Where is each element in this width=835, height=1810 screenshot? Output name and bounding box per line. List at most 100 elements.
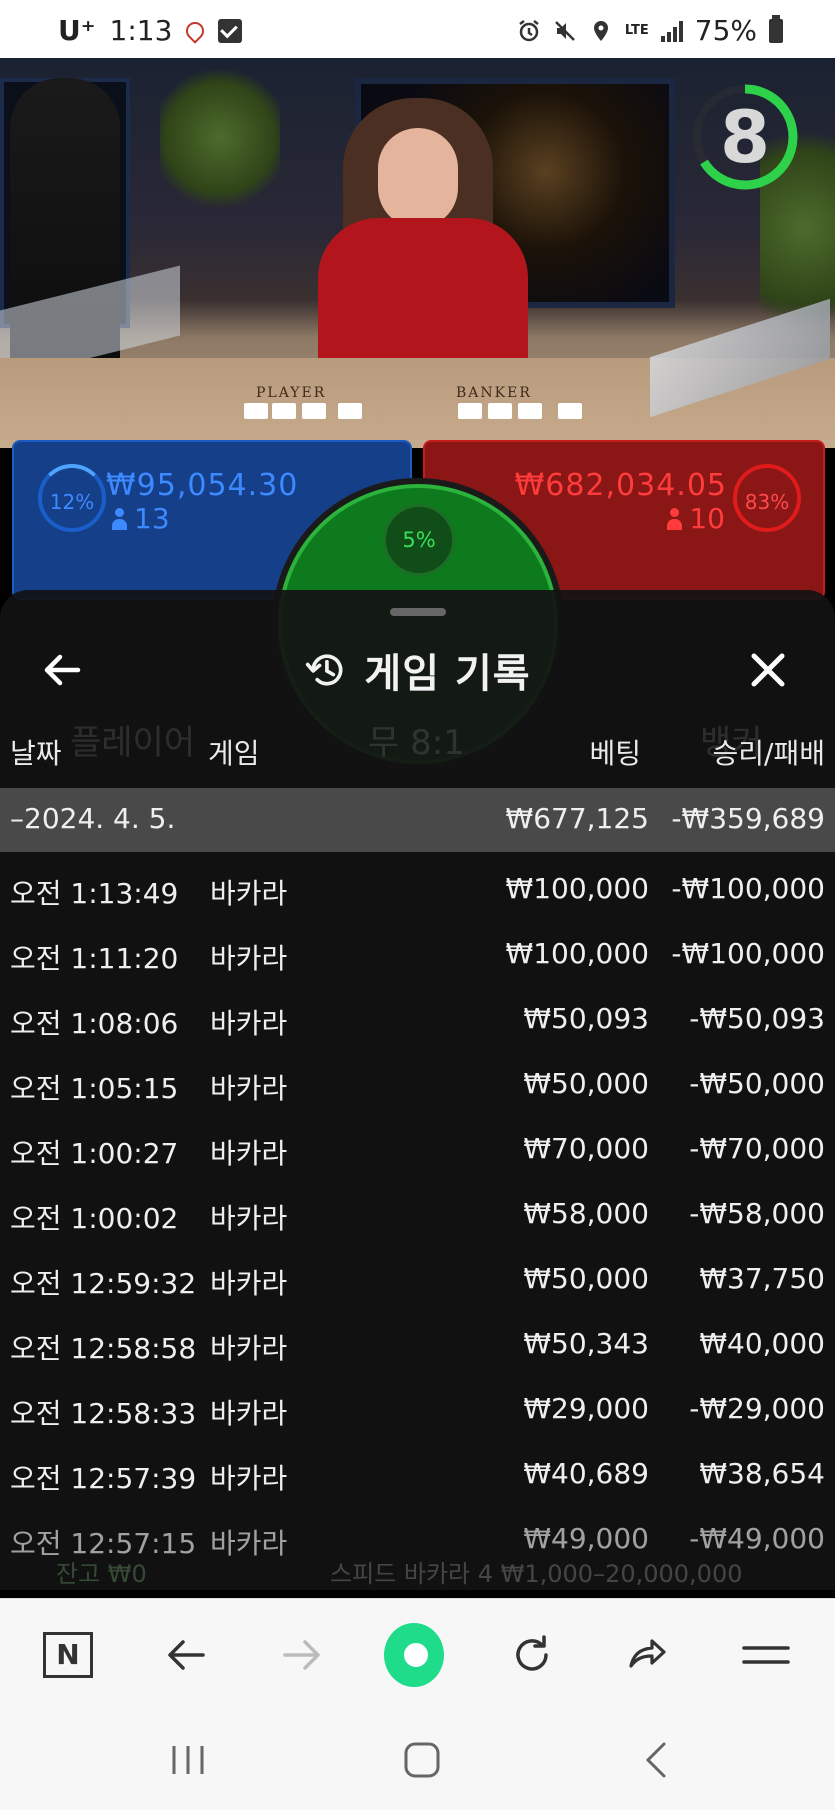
history-row[interactable]: 오전 1:08:06 바카라 ₩50,093 -₩50,093 <box>0 988 835 1053</box>
app-root: U⁺ 1:13 LTE 75% PLAYER BANKER 8 12% ₩95,… <box>0 0 835 1810</box>
playing-card <box>302 403 326 419</box>
row-time: 오전 1:00:27 <box>10 1137 179 1170</box>
row-bet: ₩58,000 <box>523 1197 649 1230</box>
row-bet: ₩29,000 <box>523 1392 649 1425</box>
bg-table-info: 스피드 바카라 4 ₩1,000–20,000,000 <box>330 1560 743 1588</box>
playing-card <box>488 403 512 419</box>
sheet-drag-handle[interactable] <box>390 608 446 616</box>
banker-percent: 83% <box>733 464 801 532</box>
sheet-header: 게임 기록 <box>0 620 835 720</box>
history-icon <box>306 654 343 686</box>
banker-bettor-count: 10 <box>667 502 725 535</box>
row-result: ₩40,000 <box>699 1327 825 1360</box>
row-game: 바카라 <box>210 1072 288 1105</box>
sheet-title: 게임 기록 <box>364 651 531 697</box>
share-button[interactable] <box>618 1625 678 1685</box>
player-percent: 12% <box>38 464 106 532</box>
row-result: -₩50,000 <box>689 1067 825 1100</box>
refresh-button[interactable] <box>502 1625 562 1685</box>
notification-app-icon <box>182 17 209 44</box>
status-time: 1:13 <box>109 14 173 47</box>
row-bet: ₩50,000 <box>523 1262 649 1295</box>
row-game: 바카라 <box>210 1267 288 1300</box>
status-bar: U⁺ 1:13 LTE 75% <box>0 0 835 58</box>
home-icon <box>404 1742 440 1778</box>
menu-button[interactable] <box>736 1625 796 1685</box>
playing-card <box>558 403 582 419</box>
history-list: –2024. 4. 5. ₩677,125 -₩359,689 오전 1:13:… <box>0 788 835 1573</box>
row-bet: ₩50,000 <box>523 1067 649 1100</box>
naver-green-dot-button[interactable] <box>384 1623 444 1687</box>
person-icon <box>112 508 127 530</box>
banker-total-amount: ₩682,034.05 <box>514 468 727 503</box>
row-game: 바카라 <box>210 1462 288 1495</box>
row-result: -₩100,000 <box>671 937 825 970</box>
green-dot-icon <box>384 1623 444 1687</box>
column-header-game: 게임 <box>208 737 260 770</box>
refresh-icon <box>516 1635 548 1671</box>
battery-icon <box>769 14 783 43</box>
signal-icon <box>660 20 683 42</box>
back-button[interactable] <box>38 646 86 694</box>
row-time: 오전 12:58:33 <box>10 1397 197 1430</box>
naver-home-button[interactable]: N <box>38 1625 98 1685</box>
game-history-sheet: 플레이어 무 8:1 뱅커 게임 기록 날짜 게임 베팅 승리/패배 –2024… <box>0 590 835 1590</box>
browser-forward-button[interactable] <box>272 1625 332 1685</box>
player-bettor-count: 13 <box>112 502 170 535</box>
row-result: -₩29,000 <box>689 1392 825 1425</box>
player-total-amount: ₩95,054.30 <box>106 468 299 503</box>
row-bet: ₩50,343 <box>523 1327 649 1360</box>
naver-logo-icon: N <box>43 1632 93 1678</box>
row-time: 오전 1:05:15 <box>10 1072 179 1105</box>
arrow-left-icon <box>168 1640 205 1670</box>
playing-card <box>338 403 362 419</box>
row-game: 바카라 <box>210 1332 288 1365</box>
row-bet: ₩40,689 <box>523 1457 649 1490</box>
summary-result: -₩359,689 <box>671 802 825 835</box>
row-game: 바카라 <box>210 1397 288 1430</box>
system-navigation-bar <box>0 1710 835 1810</box>
row-bet: ₩100,000 <box>505 872 649 905</box>
timer-value: 8 <box>719 95 771 179</box>
row-result: -₩58,000 <box>689 1197 825 1230</box>
close-button[interactable] <box>744 646 792 694</box>
close-icon <box>751 653 785 687</box>
lte-indicator: LTE <box>624 22 649 38</box>
row-result: ₩38,654 <box>699 1457 825 1490</box>
row-bet: ₩70,000 <box>523 1132 649 1165</box>
history-row[interactable]: 오전 12:59:32 바카라 ₩50,000 ₩37,750 <box>0 1248 835 1313</box>
alarm-icon <box>519 19 539 41</box>
history-row[interactable]: 오전 1:00:02 바카라 ₩58,000 -₩58,000 <box>0 1183 835 1248</box>
summary-date: –2024. 4. 5. <box>10 802 176 835</box>
history-row[interactable]: 오전 12:58:58 바카라 ₩50,343 ₩40,000 <box>0 1313 835 1378</box>
person-icon <box>667 508 683 530</box>
row-time: 오전 12:58:58 <box>10 1332 197 1365</box>
tie-percent: 5% <box>383 504 455 576</box>
row-game: 바카라 <box>210 942 288 975</box>
player-count-value: 13 <box>134 502 170 535</box>
mute-icon <box>554 20 575 41</box>
date-summary-row[interactable]: –2024. 4. 5. ₩677,125 -₩359,689 <box>0 788 835 852</box>
system-back-button[interactable] <box>626 1740 686 1780</box>
recent-apps-button[interactable] <box>158 1740 218 1780</box>
playing-card <box>272 403 296 419</box>
history-row[interactable]: 오전 12:58:33 바카라 ₩29,000 -₩29,000 <box>0 1378 835 1443</box>
carrier-label: U⁺ <box>58 14 96 47</box>
history-row[interactable]: 오전 1:00:27 바카라 ₩70,000 -₩70,000 <box>0 1118 835 1183</box>
history-column-headers: 날짜 게임 베팅 승리/패배 <box>0 720 835 780</box>
history-row[interactable]: 오전 12:57:39 바카라 ₩40,689 ₩38,654 <box>0 1443 835 1508</box>
location-icon <box>593 20 608 41</box>
row-bet: ₩49,000 <box>523 1522 649 1555</box>
history-row[interactable]: 오전 1:13:49 바카라 ₩100,000 -₩100,000 <box>0 858 835 923</box>
row-time: 오전 1:08:06 <box>10 1007 179 1040</box>
browser-toolbar: N <box>0 1598 835 1710</box>
share-icon <box>629 1639 666 1668</box>
arrow-right-icon <box>283 1640 320 1670</box>
browser-back-button[interactable] <box>156 1625 216 1685</box>
home-button[interactable] <box>392 1740 452 1780</box>
chevron-left-icon <box>645 1742 666 1778</box>
recent-apps-icon <box>172 1746 204 1774</box>
history-row[interactable]: 오전 1:05:15 바카라 ₩50,000 -₩50,000 <box>0 1053 835 1118</box>
history-row[interactable]: 오전 1:11:20 바카라 ₩100,000 -₩100,000 <box>0 923 835 988</box>
row-time: 오전 12:59:32 <box>10 1267 197 1300</box>
